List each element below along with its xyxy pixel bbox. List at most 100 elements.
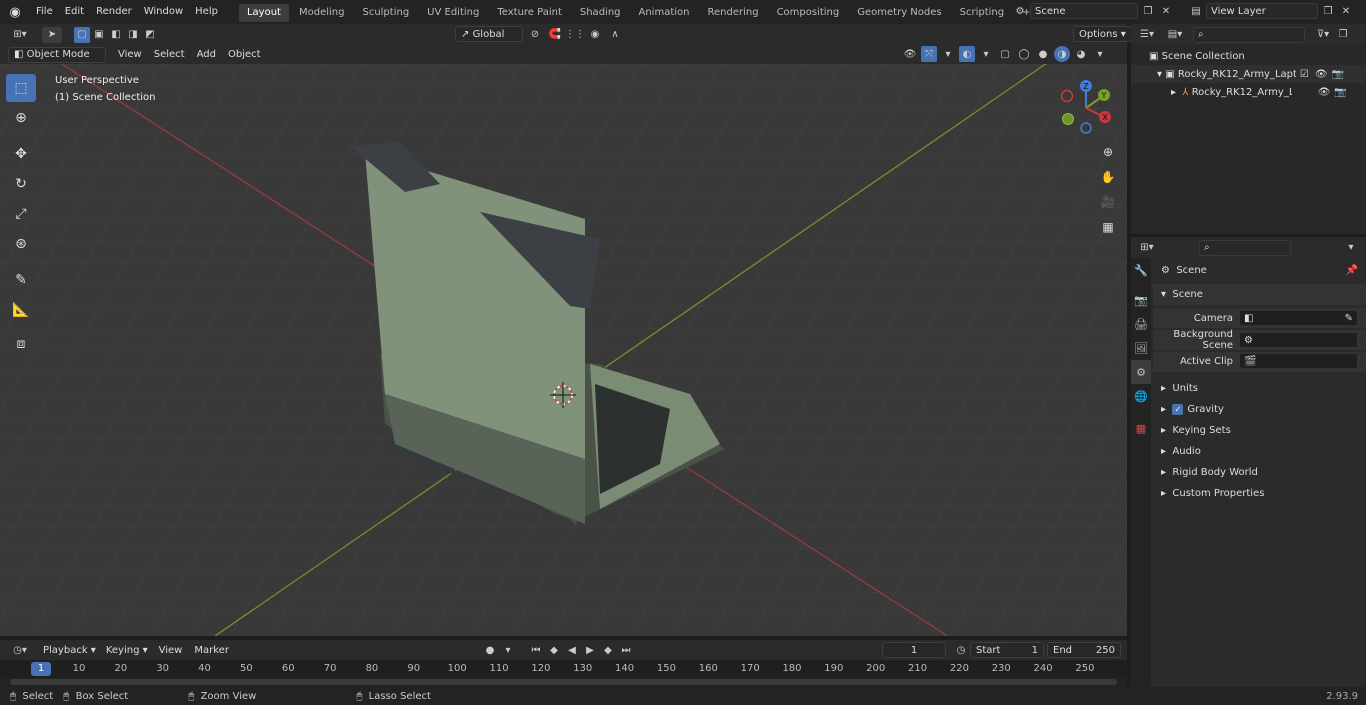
add-cube-tool-icon[interactable]: ⧈ [6, 330, 36, 358]
transform-tool-icon[interactable]: ⊛ [6, 230, 36, 258]
new-scene-icon[interactable]: ❐ [1140, 3, 1156, 19]
menu-object[interactable]: Object [222, 49, 267, 60]
tab-geometry-nodes[interactable]: Geometry Nodes [849, 4, 949, 22]
tab-sculpting[interactable]: Sculpting [354, 4, 417, 22]
properties-editor-type-icon[interactable]: ⊞▾ [1135, 240, 1159, 256]
expand-chevron-icon[interactable]: ▸ [1171, 87, 1182, 98]
outliner-item-object[interactable]: ▸ ⅄ Rocky_RK12_Army_Lapt 👁 📷 [1131, 83, 1366, 101]
shading-solid-icon[interactable]: ● [1035, 46, 1051, 62]
play-reverse-icon[interactable]: ◀ [564, 642, 580, 658]
view-layer-icon[interactable]: ▤ [1188, 3, 1204, 19]
output-tab-icon[interactable]: 🖨 [1131, 312, 1151, 336]
cursor-tool-icon[interactable]: ⊕ [6, 104, 36, 132]
annotate-tool-icon[interactable]: ✎ [6, 266, 36, 294]
select-new-icon[interactable]: ▢ [74, 26, 90, 43]
falloff-icon[interactable]: ∧ [607, 26, 623, 42]
menu-add[interactable]: Add [191, 49, 222, 60]
menu-select[interactable]: Select [148, 49, 191, 60]
gravity-panel[interactable]: ▸ ✓ Gravity [1153, 399, 1366, 420]
tab-texture-paint[interactable]: Texture Paint [489, 4, 570, 22]
active-clip-field[interactable]: 🎬 [1239, 353, 1358, 369]
overlay-dropdown-icon[interactable]: ▾ [978, 46, 994, 62]
timeline-view-menu[interactable]: View [153, 645, 189, 656]
snap-target-icon[interactable]: ⋮⋮ [565, 26, 585, 42]
shading-wireframe-icon[interactable]: ◯ [1016, 46, 1032, 62]
preview-range-icon[interactable]: ◷ [953, 642, 969, 658]
marker-menu[interactable]: Marker [188, 645, 235, 656]
playback-menu[interactable]: Playback ▾ [38, 642, 101, 658]
gizmo-toggle-icon[interactable]: ⤧ [921, 46, 937, 62]
view-layer-tab-icon[interactable]: 🖼 [1131, 336, 1151, 360]
end-frame-field[interactable]: End 250 [1047, 642, 1121, 658]
menu-render[interactable]: Render [90, 0, 138, 24]
snap-icon[interactable]: 🧲 [547, 26, 563, 42]
properties-search-input[interactable]: ⌕ [1199, 239, 1291, 256]
new-collection-icon[interactable]: ❐ [1335, 27, 1351, 43]
remove-view-layer-icon[interactable]: ✕ [1338, 3, 1354, 19]
rotate-tool-icon[interactable]: ↻ [6, 170, 36, 198]
jump-end-icon[interactable]: ⏭ [618, 642, 634, 658]
start-frame-field[interactable]: Start 1 [970, 642, 1044, 658]
tab-animation[interactable]: Animation [631, 4, 698, 22]
record-dropdown-icon[interactable]: ▾ [500, 642, 516, 658]
eye-icon[interactable]: 👁 [1315, 69, 1328, 80]
outliner-scene-collection[interactable]: ▣ Scene Collection [1131, 47, 1366, 65]
tab-shading[interactable]: Shading [572, 4, 629, 22]
select-extend-icon[interactable]: ▣ [91, 27, 107, 43]
measure-tool-icon[interactable]: 📐 [6, 296, 36, 324]
overlay-toggle-icon[interactable]: ◐ [959, 46, 975, 62]
visibility-icon[interactable]: 👁 [902, 46, 918, 62]
custom-properties-panel[interactable]: ▸ Custom Properties [1153, 483, 1366, 504]
remove-scene-icon[interactable]: ✕ [1158, 3, 1174, 19]
3d-viewport[interactable]: User Perspective (1) Scene Collection Z … [0, 64, 1127, 636]
scene-tab-icon[interactable]: ⚙ [1131, 360, 1151, 384]
new-view-layer-icon[interactable]: ❐ [1320, 3, 1336, 19]
audio-panel[interactable]: ▸ Audio [1153, 441, 1366, 462]
tab-compositing[interactable]: Compositing [769, 4, 848, 22]
exclude-checkbox-icon[interactable]: ☑ [1300, 69, 1309, 80]
current-frame-field[interactable]: 1 [882, 642, 946, 658]
menu-edit[interactable]: Edit [59, 0, 90, 24]
select-invert-icon[interactable]: ◨ [125, 27, 141, 43]
render-camera-icon[interactable]: 📷 [1332, 69, 1344, 80]
blender-logo-icon[interactable]: ◉ [0, 0, 30, 24]
timeline-scrollbar[interactable] [10, 679, 1117, 685]
keying-sets-panel[interactable]: ▸ Keying Sets [1153, 420, 1366, 441]
rigid-body-world-panel[interactable]: ▸ Rigid Body World [1153, 462, 1366, 483]
select-tool-icon[interactable]: ➤ [42, 26, 62, 43]
keying-menu[interactable]: Keying ▾ [100, 642, 153, 658]
jump-start-icon[interactable]: ⏮ [528, 642, 544, 658]
prev-keyframe-icon[interactable]: ◆ [546, 642, 562, 658]
texture-tab-icon[interactable]: ▦ [1131, 416, 1151, 440]
world-tab-icon[interactable]: 🌐 [1131, 384, 1151, 408]
ortho-grid-icon[interactable]: ▦ [1097, 216, 1119, 238]
gravity-checkbox[interactable]: ✓ [1172, 404, 1184, 415]
options-dropdown[interactable]: Options ▾ [1073, 26, 1132, 42]
zoom-icon[interactable]: ⊕ [1097, 141, 1119, 163]
menu-help[interactable]: Help [189, 0, 224, 24]
scene-panel-header[interactable]: ▾ Scene [1153, 284, 1366, 305]
eyedropper-icon[interactable]: ✎ [1345, 313, 1353, 324]
eye-icon[interactable]: 👁 [1318, 87, 1331, 98]
menu-file[interactable]: File [30, 0, 59, 24]
view-layer-field[interactable]: View Layer [1206, 3, 1318, 19]
camera-field[interactable]: ◧ ✎ [1239, 310, 1358, 326]
tab-rendering[interactable]: Rendering [699, 4, 766, 22]
tool-tab-icon[interactable]: 🔧 [1131, 258, 1151, 282]
select-subtract-icon[interactable]: ◧ [108, 27, 124, 43]
xray-icon[interactable]: ▢ [997, 46, 1013, 62]
proportional-edit-icon[interactable]: ◉ [587, 26, 603, 42]
editor-type-icon[interactable]: ⊞▾ [8, 27, 32, 43]
scene-name-field[interactable]: Scene [1030, 3, 1138, 19]
outliner-item-collection[interactable]: ▾ ▣ Rocky_RK12_Army_Laptop_C ☑ 👁 📷 [1131, 65, 1366, 83]
select-box-tool-icon[interactable]: ⬚ [6, 74, 36, 102]
next-keyframe-icon[interactable]: ◆ [600, 642, 616, 658]
navigation-gizmo[interactable]: Z Y X [1055, 78, 1119, 138]
menu-window[interactable]: Window [138, 0, 189, 24]
transform-orientation-dropdown[interactable]: ↗ Global [455, 26, 523, 42]
filter-icon[interactable]: ⊽▾ [1311, 27, 1335, 43]
camera-view-icon[interactable]: 🎥 [1097, 191, 1119, 213]
pan-hand-icon[interactable]: ✋ [1097, 166, 1119, 188]
scale-tool-icon[interactable]: ⤢ [6, 200, 36, 228]
tab-scripting[interactable]: Scripting [952, 4, 1012, 22]
